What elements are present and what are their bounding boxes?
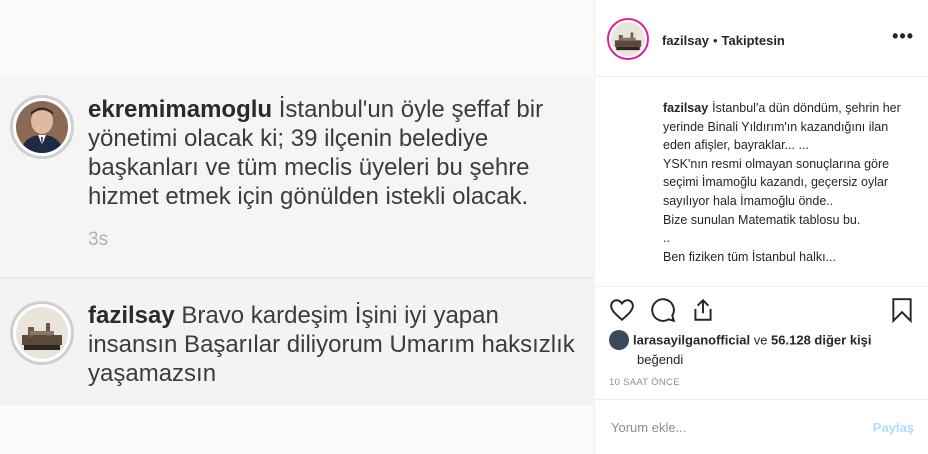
avatar-photo: [611, 22, 645, 56]
heart-icon[interactable]: [609, 297, 635, 323]
header-separator: •: [712, 33, 718, 48]
liker-username[interactable]: larasayilganofficial: [633, 332, 750, 347]
caption-line: Ben fiziken tüm İstanbul halkı...: [663, 249, 837, 264]
likes-suffix: beğendi: [637, 352, 684, 367]
caption-line: ..: [663, 231, 670, 246]
image-top-area: [0, 0, 594, 77]
image-bottom-area: [0, 405, 594, 454]
share-icon[interactable]: [690, 297, 716, 323]
follow-status[interactable]: Takiptesin: [722, 33, 785, 48]
image-comment-username: fazilsay: [88, 302, 175, 329]
action-bar: [595, 286, 928, 334]
comment-icon[interactable]: [650, 297, 676, 323]
post-image[interactable]: ekremimamoglu İstanbul'un öyle şeffaf bi…: [0, 0, 595, 454]
image-comment-username: ekremimamoglu: [88, 96, 273, 123]
avatar: [10, 301, 74, 365]
avatar[interactable]: [607, 18, 649, 60]
caption-line: Bize sunulan Matematik tablosu bu.: [663, 212, 861, 227]
header-username[interactable]: fazilsay: [662, 33, 709, 48]
avatar-photo: [16, 307, 68, 359]
more-options-icon[interactable]: •••: [892, 26, 914, 47]
image-comment-1: ekremimamoglu İstanbul'un öyle şeffaf bi…: [0, 77, 594, 277]
caption-line: fazilsay İstanbul'a dün döndüm, şehrin he…: [663, 101, 901, 153]
comment-input[interactable]: [611, 416, 841, 438]
post-header: fazilsay • Takiptesin •••: [595, 0, 928, 77]
bookmark-icon[interactable]: [889, 297, 915, 324]
caption-line: YSK'nın resmi olmayan sonuçlarına göre s…: [663, 156, 890, 208]
avatar-photo: [16, 101, 68, 153]
caption-username[interactable]: fazilsay: [663, 101, 708, 115]
post-comment-button[interactable]: Paylaş: [873, 420, 914, 435]
image-comment-2: fazilsay Bravo kardeşim İşini iyi yapan …: [0, 277, 594, 405]
avatar: [10, 95, 74, 159]
comment-form: Paylaş: [595, 399, 928, 454]
liker-avatar: [609, 330, 629, 350]
likes-summary: larasayilganofficial ve 56.128 diğer kiş…: [609, 330, 919, 369]
likes-count[interactable]: 56.128 diğer kişi: [771, 332, 871, 347]
post-caption: fazilsay İstanbul'a dün döndüm, şehrin he…: [663, 99, 913, 285]
image-comment-time: 3s: [88, 229, 109, 250]
post-timestamp[interactable]: 10 SAAT ÖNCE: [609, 377, 680, 388]
post-side-panel: fazilsay • Takiptesin ••• fazilsay İstanbul…: [595, 0, 928, 454]
